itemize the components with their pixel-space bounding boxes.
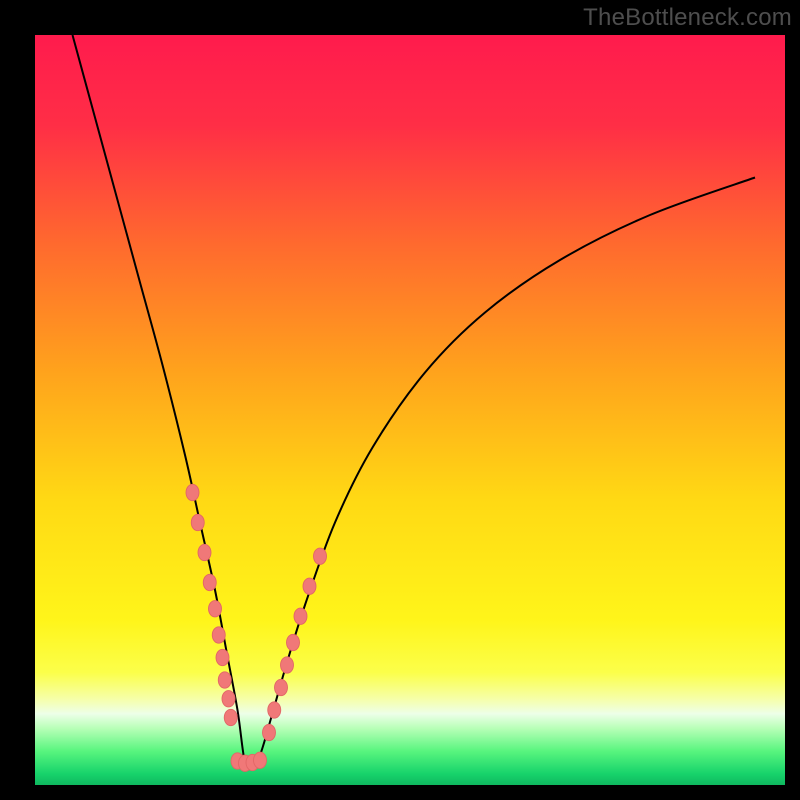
scatter-group: [186, 484, 327, 771]
data-marker: [314, 548, 327, 564]
data-marker: [268, 702, 281, 718]
data-marker: [275, 679, 288, 695]
data-marker: [216, 649, 229, 665]
watermark-label: TheBottleneck.com: [583, 4, 792, 32]
data-marker: [209, 601, 222, 617]
data-marker: [203, 574, 216, 590]
data-marker: [281, 657, 294, 673]
data-marker: [263, 724, 276, 740]
plot-area: [35, 35, 785, 785]
data-marker: [186, 484, 199, 500]
data-marker: [294, 608, 307, 624]
data-marker: [212, 627, 225, 643]
data-marker: [222, 691, 235, 707]
data-marker: [224, 709, 237, 725]
data-marker: [218, 672, 231, 688]
chart-svg: [35, 35, 785, 785]
data-marker: [198, 544, 211, 560]
data-marker: [303, 578, 316, 594]
data-marker: [254, 752, 267, 768]
data-marker: [287, 634, 300, 650]
data-marker: [191, 514, 204, 530]
bottleneck-curve-path: [73, 35, 756, 767]
chart-frame: TheBottleneck.com: [0, 0, 800, 800]
